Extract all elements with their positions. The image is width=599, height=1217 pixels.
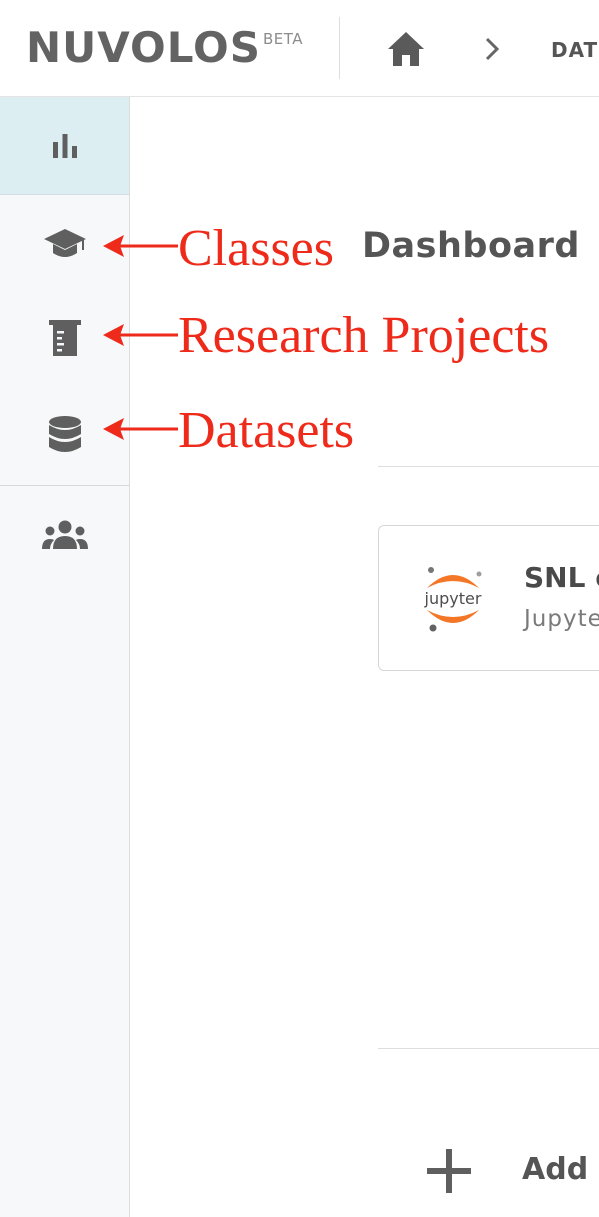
beta-badge: BETA [262, 30, 303, 48]
breadcrumb-item[interactable]: DAT [551, 38, 598, 62]
section-divider-bottom [378, 1048, 599, 1049]
home-icon[interactable] [386, 30, 426, 68]
sidebar-item-users[interactable] [0, 505, 129, 565]
jupyter-logo-text: jupyter [424, 589, 482, 608]
application-card[interactable]: jupyter SNL c Jupyte [378, 525, 599, 671]
card-subtitle: Jupyte [524, 606, 599, 632]
annotation-arrow-classes [103, 235, 178, 257]
annotation-datasets: Datasets [178, 402, 355, 459]
nuvolos-logo[interactable]: NUVOLOS BETA [26, 24, 303, 72]
page-title: Dashboard [362, 226, 580, 266]
database-icon [48, 416, 81, 452]
sidebar [0, 97, 130, 1217]
section-divider [378, 466, 599, 467]
annotation-arrow-datasets [103, 418, 178, 440]
annotation-research-projects: Research Projects [178, 307, 550, 364]
users-icon [41, 520, 88, 549]
bar-chart-icon [52, 133, 77, 158]
add-icon[interactable] [424, 1147, 474, 1195]
top-bar: NUVOLOS BETA DAT [0, 0, 599, 97]
add-button-label[interactable]: Add a [522, 1152, 599, 1187]
annotation-classes: Classes [178, 220, 334, 277]
annotation-arrow-research-projects [103, 324, 178, 346]
jupyter-logo-icon: jupyter [424, 567, 482, 632]
sidebar-item-dashboard[interactable] [0, 97, 129, 195]
card-title: SNL c [524, 561, 599, 594]
beaker-icon [48, 320, 81, 356]
header-divider [339, 17, 340, 79]
graduation-cap-icon [43, 229, 86, 257]
logo-text: NUVOLOS [26, 23, 261, 72]
sidebar-divider [0, 485, 129, 486]
chevron-right-icon [485, 37, 500, 61]
